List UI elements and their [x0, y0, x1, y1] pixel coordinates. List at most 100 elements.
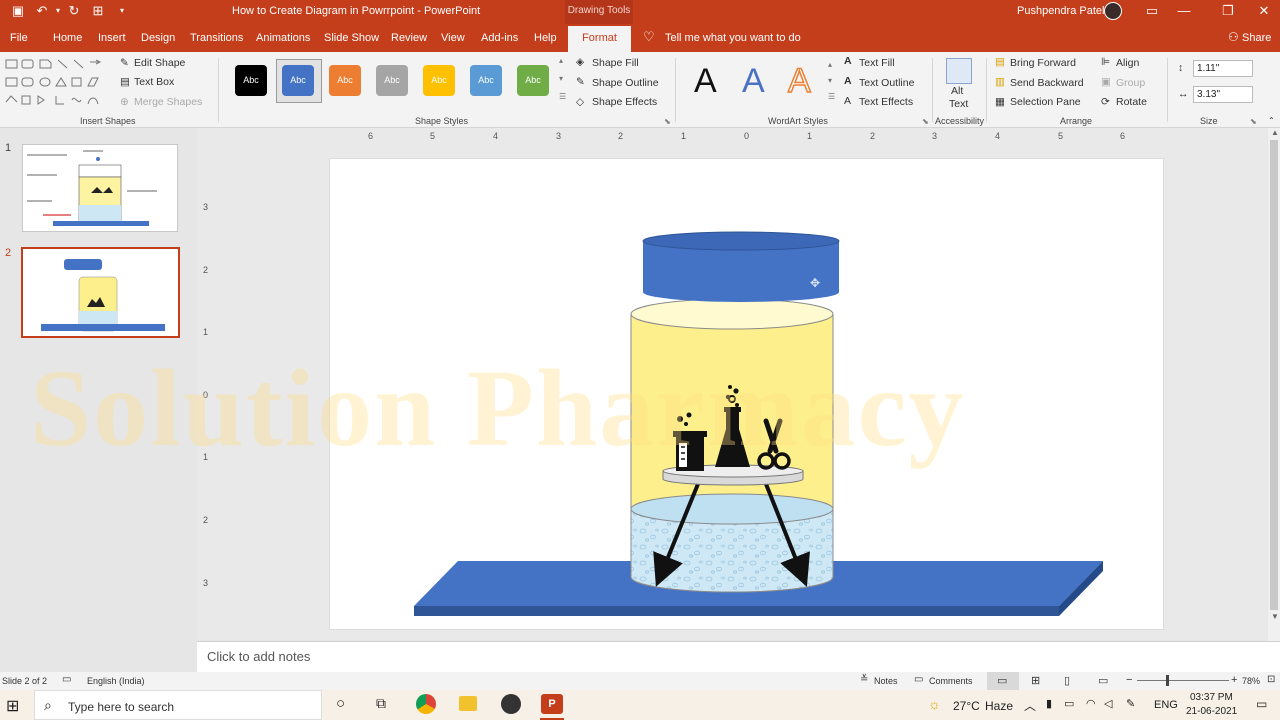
battery-icon[interactable]: ▭ [1064, 697, 1074, 710]
taskbar-search-input[interactable]: Type here to search [68, 700, 174, 714]
powerpoint-taskbar-icon[interactable]: P [541, 694, 563, 714]
file-explorer-icon[interactable] [459, 696, 477, 711]
share-button[interactable]: Share [1242, 32, 1271, 44]
text-fill-button[interactable]: Text Fill [859, 57, 895, 69]
tab-animations[interactable]: Animations [256, 32, 310, 44]
comments-button[interactable]: Comments [929, 676, 973, 686]
fit-slide-icon[interactable]: ⊡ [1267, 674, 1275, 685]
wordart-scroll-up-icon[interactable]: ▴ [828, 60, 832, 69]
shape-effects-button[interactable]: Shape Effects [592, 96, 657, 108]
text-outline-button[interactable]: Text Outline [859, 77, 914, 89]
language-indicator[interactable]: English (India) [87, 676, 145, 686]
ribbon-display-icon[interactable]: ▭ [1144, 3, 1160, 19]
notes-placeholder[interactable]: Click to add notes [207, 649, 310, 664]
notes-button[interactable]: Notes [874, 676, 898, 686]
tab-design[interactable]: Design [141, 32, 175, 44]
volume-icon[interactable]: ◁ [1104, 697, 1112, 710]
temperature[interactable]: 27°C [953, 699, 980, 713]
tab-home[interactable]: Home [53, 32, 82, 44]
camera-icon[interactable]: ▮ [1046, 697, 1052, 710]
taskbar-search-box[interactable]: ⌕ Type here to search [34, 690, 322, 720]
zoom-slider-thumb[interactable] [1166, 675, 1169, 686]
vertical-scrollbar[interactable]: ▲ ▼ [1268, 128, 1280, 641]
tell-me-search[interactable]: Tell me what you want to do [665, 32, 801, 44]
shape-width-input[interactable]: 3.13" [1193, 86, 1253, 103]
clock-date[interactable]: 21-06-2021 [1186, 706, 1237, 717]
reading-view-icon[interactable]: ▯ [1064, 674, 1070, 687]
undo-dropdown-icon[interactable]: ▾ [50, 3, 66, 19]
tab-help[interactable]: Help [534, 32, 557, 44]
close-icon[interactable]: ✕ [1256, 3, 1272, 19]
slide-thumbnail-2[interactable] [21, 247, 180, 338]
gallery-more-icon[interactable]: ☰ [559, 92, 566, 101]
style-swatch-orange[interactable]: Abc [329, 65, 361, 96]
notes-pane[interactable]: Click to add notes [197, 641, 1280, 672]
zoom-level[interactable]: 78% [1242, 676, 1260, 686]
tab-review[interactable]: Review [391, 32, 427, 44]
gallery-scroll-down-icon[interactable]: ▾ [559, 74, 563, 83]
shapes-gallery[interactable] [4, 58, 112, 110]
slide-sorter-icon[interactable]: ⊞ [1031, 674, 1040, 687]
wordart-more-icon[interactable]: ☰ [828, 92, 835, 101]
wordart-black[interactable]: A [694, 62, 717, 100]
wordart-scroll-down-icon[interactable]: ▾ [828, 76, 832, 85]
shape-styles-launcher-icon[interactable]: ⬊ [664, 117, 671, 126]
tab-format[interactable]: Format [568, 26, 631, 52]
avatar[interactable] [1104, 2, 1122, 20]
wifi-icon[interactable]: ◠ [1086, 697, 1096, 710]
alt-text-button-line2[interactable]: Text [949, 98, 968, 110]
bring-forward-button[interactable]: Bring Forward [1010, 57, 1076, 69]
scroll-up-icon[interactable]: ▲ [1271, 128, 1279, 137]
slide-thumbnail-1[interactable] [22, 144, 178, 232]
text-box-button[interactable]: Text Box [134, 76, 174, 88]
show-hidden-icons[interactable]: ︿ [1024, 697, 1036, 714]
style-swatch-blue[interactable]: Abc [282, 65, 314, 96]
style-swatch-lightblue[interactable]: Abc [470, 65, 502, 96]
tab-view[interactable]: View [441, 32, 465, 44]
tab-insert[interactable]: Insert [98, 32, 126, 44]
style-swatch-black[interactable]: Abc [235, 65, 267, 96]
zoom-in-icon[interactable]: + [1231, 674, 1237, 686]
restore-icon[interactable]: ❐ [1220, 3, 1236, 19]
clock-time[interactable]: 03:37 PM [1190, 692, 1233, 703]
tab-file[interactable]: File [10, 32, 28, 44]
gallery-scroll-up-icon[interactable]: ▴ [559, 56, 563, 65]
scroll-down-icon[interactable]: ▼ [1271, 612, 1279, 621]
input-language[interactable]: ENG [1154, 699, 1178, 711]
shape-fill-button[interactable]: Shape Fill [592, 57, 639, 69]
tab-slide-show[interactable]: Slide Show [324, 32, 379, 44]
selection-pane-button[interactable]: Selection Pane [1010, 96, 1081, 108]
scroll-thumb[interactable] [1270, 140, 1278, 610]
obs-icon[interactable] [501, 694, 521, 714]
windows-start-icon[interactable]: ⊞ [6, 696, 19, 716]
send-backward-button[interactable]: Send Backward [1010, 77, 1084, 89]
customize-qat-icon[interactable]: ▾ [114, 3, 130, 19]
size-launcher-icon[interactable]: ⬊ [1250, 117, 1257, 126]
spellcheck-icon[interactable]: ▭ [62, 674, 71, 685]
alt-text-button-line1[interactable]: Alt [951, 85, 963, 97]
tab-transitions[interactable]: Transitions [190, 32, 243, 44]
chrome-icon[interactable] [416, 694, 436, 714]
weather-condition[interactable]: Haze [985, 699, 1013, 713]
minimize-icon[interactable]: — [1176, 3, 1192, 19]
user-name[interactable]: Pushpendra Patel [1017, 5, 1104, 17]
wordart-blue[interactable]: A [742, 62, 765, 100]
undo-icon[interactable]: ↶ [34, 3, 50, 19]
shape-outline-button[interactable]: Shape Outline [592, 77, 659, 89]
zoom-slider[interactable] [1137, 680, 1229, 681]
edit-shape-button[interactable]: Edit Shape [134, 57, 185, 69]
slideshow-view-icon[interactable]: ▭ [1098, 674, 1108, 687]
shape-height-input[interactable]: 1.11" [1193, 60, 1253, 77]
collapse-ribbon-icon[interactable]: ⌃ [1268, 116, 1275, 125]
rotate-button[interactable]: Rotate [1116, 96, 1147, 108]
present-icon[interactable]: ⊞ [90, 3, 106, 19]
style-swatch-green[interactable]: Abc [517, 65, 549, 96]
style-swatch-gray[interactable]: Abc [376, 65, 408, 96]
wordart-launcher-icon[interactable]: ⬊ [922, 117, 929, 126]
cortana-icon[interactable]: ○ [336, 695, 345, 712]
slide-canvas[interactable]: ✥ [329, 158, 1164, 630]
save-icon[interactable]: ▣ [10, 3, 26, 19]
notification-icon[interactable]: ▭ [1256, 697, 1267, 711]
align-button[interactable]: Align [1116, 57, 1139, 69]
pen-icon[interactable]: ✎ [1126, 697, 1135, 710]
